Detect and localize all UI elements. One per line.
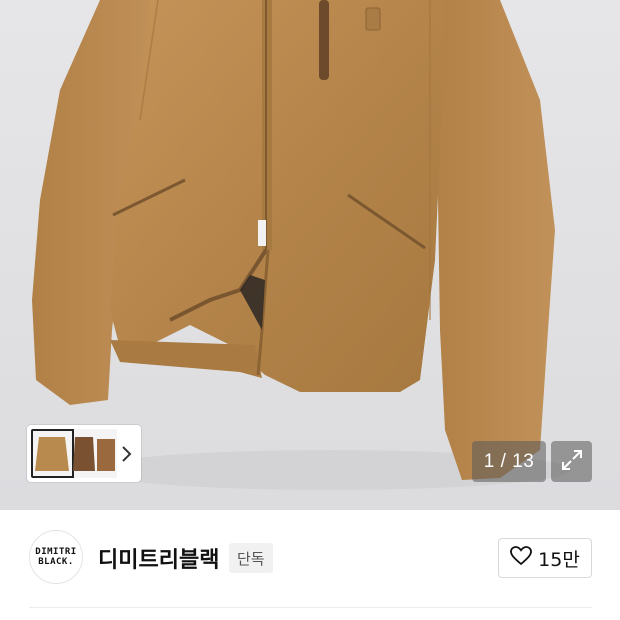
heart-icon xyxy=(510,545,533,571)
brand-logo-line1: DIMITRI xyxy=(35,547,77,557)
product-image-gallery[interactable]: 1 / 13 xyxy=(0,0,620,510)
exclusive-badge: 단독 xyxy=(229,543,273,573)
chevron-right-icon[interactable] xyxy=(117,429,137,478)
expand-icon xyxy=(560,448,584,476)
expand-button[interactable] xyxy=(551,441,592,482)
thumbnail-strip xyxy=(27,425,141,482)
brand-logo-line2: BLACK. xyxy=(38,557,74,567)
image-counter: 1 / 13 xyxy=(472,441,546,482)
like-count: 15만 xyxy=(538,548,580,571)
brand-name[interactable]: 디미트리블랙 xyxy=(98,542,219,574)
divider xyxy=(29,607,592,608)
brand-logo[interactable]: DIMITRI BLACK. xyxy=(29,530,83,584)
brand-row: DIMITRI BLACK. 디미트리블랙 단독 15만 xyxy=(0,510,620,620)
like-button[interactable]: 15만 xyxy=(498,538,592,578)
thumbnail-image[interactable] xyxy=(31,429,117,478)
